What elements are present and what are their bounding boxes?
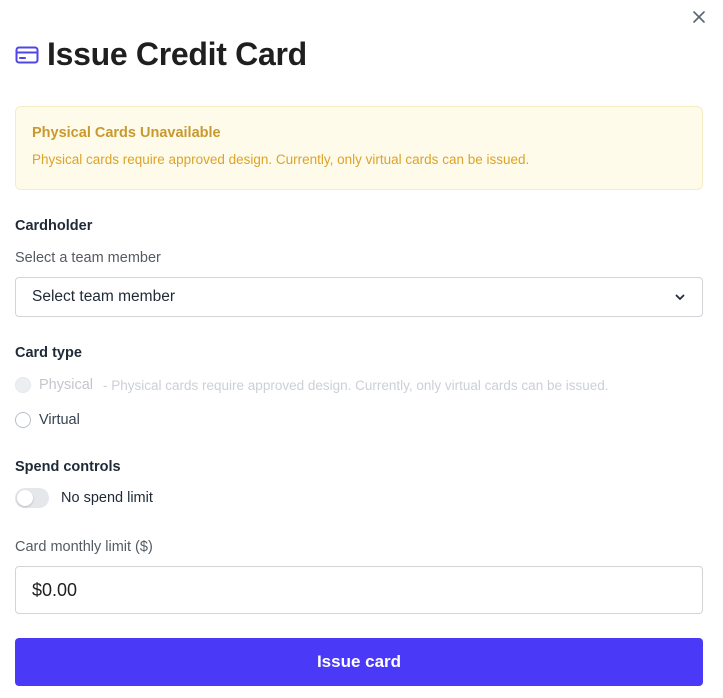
cardholder-sublabel: Select a team member [15, 250, 161, 266]
card-type-label: Card type [15, 345, 82, 361]
radio-option-virtual[interactable]: Virtual [15, 412, 80, 428]
credit-card-icon [15, 43, 39, 67]
toggle-knob [17, 490, 33, 506]
team-member-select[interactable]: Select team member [15, 277, 703, 317]
alert-title: Physical Cards Unavailable [32, 125, 221, 141]
page-title: Issue Credit Card [47, 36, 307, 72]
close-button[interactable] [690, 8, 708, 26]
chevron-down-icon [675, 294, 685, 300]
close-icon [693, 11, 705, 23]
issue-card-button[interactable]: Issue card [15, 638, 703, 686]
radio-description: - Physical cards require approved design… [103, 377, 609, 393]
cardholder-label: Cardholder [15, 218, 93, 234]
select-value: Select team member [32, 288, 175, 305]
radio-label: Physical [39, 377, 93, 393]
monthly-limit-input[interactable] [15, 566, 703, 614]
radio-option-physical[interactable]: Physical - Physical cards require approv… [15, 377, 609, 393]
radio-label: Virtual [39, 412, 80, 428]
toggle-label: No spend limit [61, 490, 153, 506]
alert-message: Physical cards require approved design. … [32, 152, 530, 167]
spend-limit-toggle-row: No spend limit [15, 488, 153, 508]
radio-button[interactable] [15, 377, 31, 393]
dialog-header: Issue Credit Card [15, 36, 307, 73]
spend-limit-toggle[interactable] [15, 488, 49, 508]
radio-button[interactable] [15, 412, 31, 428]
monthly-limit-label: Card monthly limit ($) [15, 539, 153, 555]
warning-alert: Physical Cards Unavailable Physical card… [15, 106, 703, 190]
spend-controls-label: Spend controls [15, 459, 121, 475]
